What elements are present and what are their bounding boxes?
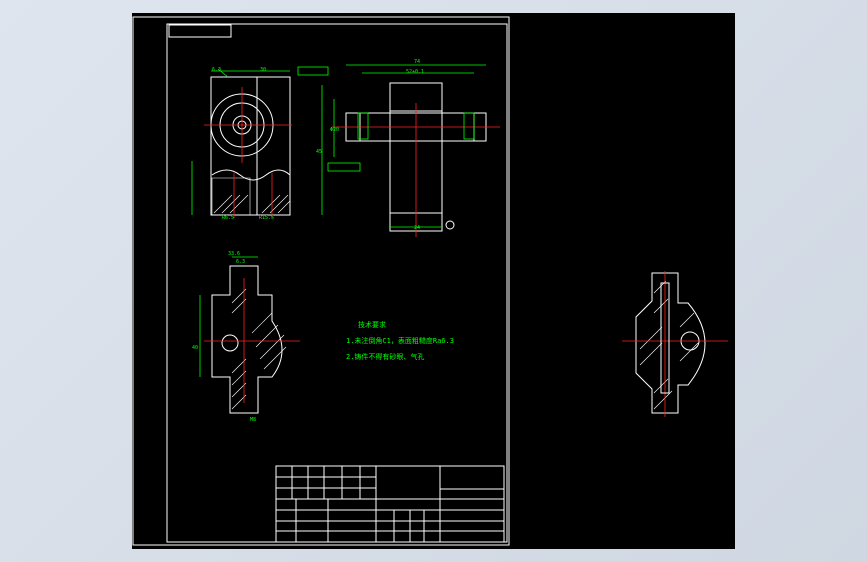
front-view: 30 45 R6.5 R15.5 6.3 [191, 66, 361, 221]
iso-preview [622, 271, 728, 417]
cad-drawing: 30 45 R6.5 R15.5 6.3 74 52±0.1 24 Φ20 33… [132, 16, 728, 546]
svg-text:M8: M8 [250, 417, 256, 423]
svg-text:74: 74 [414, 59, 420, 65]
sheet-inner-border [166, 23, 508, 543]
svg-text:6.3: 6.3 [236, 259, 245, 265]
drawing-viewport[interactable]: 30 45 R6.5 R15.5 6.3 74 52±0.1 24 Φ20 33… [132, 13, 735, 549]
svg-text:R15.5: R15.5 [259, 215, 274, 221]
svg-text:45: 45 [316, 149, 322, 155]
side-view: 74 52±0.1 24 Φ20 [330, 59, 500, 237]
notes-line-2: 2.铸件不得有砂眼、气孔 [346, 352, 424, 361]
svg-text:30: 30 [260, 67, 266, 73]
svg-text:52±0.1: 52±0.1 [406, 69, 424, 75]
drawing-number-box [168, 24, 232, 38]
section-view: 33.6 6.3 40 M8 [192, 251, 300, 423]
svg-text:33.6: 33.6 [228, 251, 240, 257]
svg-text:R6.5: R6.5 [222, 215, 234, 221]
notes-line-1: 1.未注倒角C1，表面粗糙度Ra6.3 [346, 336, 454, 345]
svg-text:40: 40 [192, 345, 198, 351]
svg-text:Φ20: Φ20 [330, 127, 339, 133]
svg-text:6.3: 6.3 [212, 67, 221, 73]
svg-text:24: 24 [414, 225, 420, 231]
notes-title: 技术要求 [358, 320, 386, 329]
title-block [275, 465, 505, 543]
